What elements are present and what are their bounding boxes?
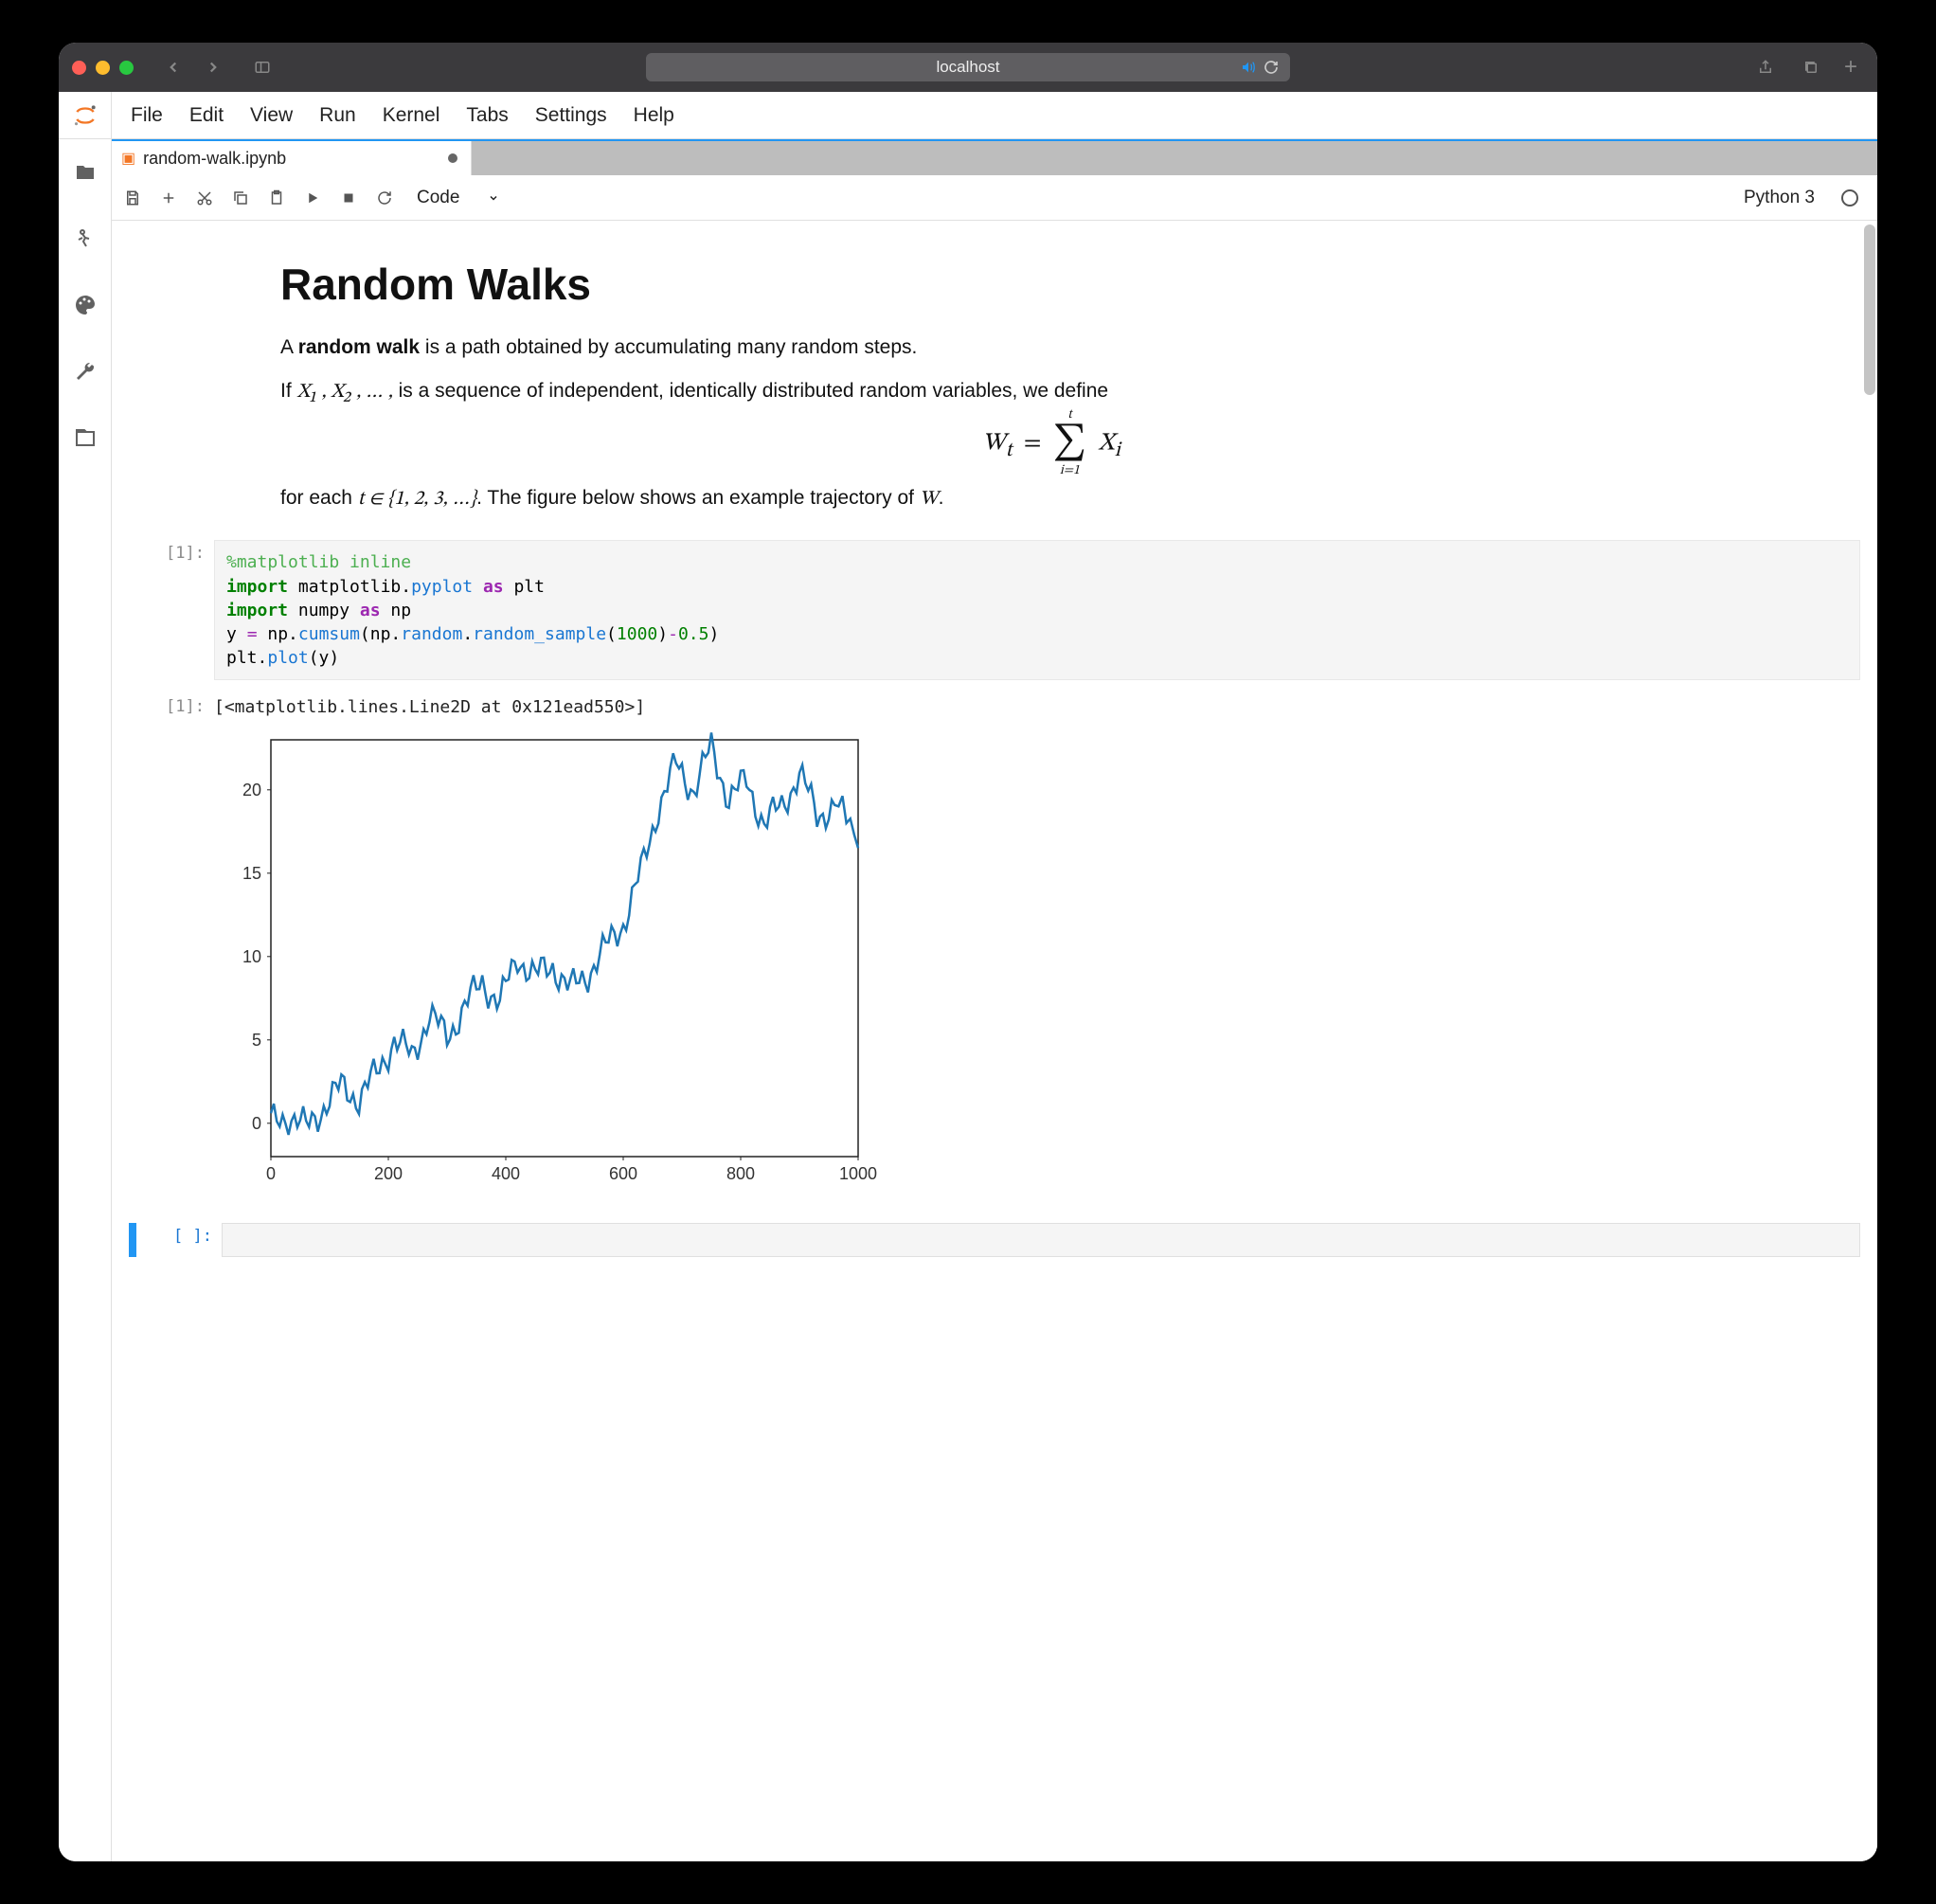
notebook: Random Walks A random walk is a path obt… bbox=[112, 221, 1877, 1861]
formula: Wt = t ∑ i=1 Xi bbox=[280, 425, 1822, 464]
palette-icon[interactable] bbox=[73, 293, 98, 317]
svg-text:400: 400 bbox=[492, 1164, 520, 1183]
kernel-indicator[interactable] bbox=[1841, 189, 1858, 207]
tabs-button[interactable] bbox=[1792, 53, 1830, 81]
toolbar: Code Python 3 bbox=[112, 175, 1877, 221]
notebook-icon: ▣ bbox=[121, 149, 135, 168]
modified-indicator bbox=[448, 153, 457, 163]
browser-window: localhost + File Edit View Run Kernel Ta… bbox=[59, 43, 1877, 1861]
celltype-label: Code bbox=[417, 188, 459, 208]
output-cell-1: [1]: [<matplotlib.lines.Line2D at 0x121e… bbox=[129, 693, 1860, 1194]
url-text: localhost bbox=[936, 58, 999, 77]
audio-icon bbox=[1241, 60, 1256, 75]
tabs-icon[interactable] bbox=[73, 425, 98, 450]
svg-text:800: 800 bbox=[726, 1164, 755, 1183]
svg-text:15: 15 bbox=[242, 864, 261, 883]
menu-settings[interactable]: Settings bbox=[535, 104, 607, 127]
cut-button[interactable] bbox=[195, 189, 214, 207]
zoom-window[interactable] bbox=[119, 61, 134, 75]
minimize-window[interactable] bbox=[96, 61, 110, 75]
celltype-dropdown[interactable]: Code bbox=[411, 188, 505, 208]
menu-kernel[interactable]: Kernel bbox=[383, 104, 440, 127]
in-prompt-1: [1]: bbox=[129, 540, 214, 680]
output-text: [<matplotlib.lines.Line2D at 0x121ead550… bbox=[214, 693, 1860, 717]
svg-text:200: 200 bbox=[374, 1164, 403, 1183]
kernel-name[interactable]: Python 3 bbox=[1744, 188, 1815, 208]
add-cell-button[interactable] bbox=[159, 189, 178, 207]
menubar: File Edit View Run Kernel Tabs Settings … bbox=[59, 92, 1877, 139]
md-p1: A random walk is a path obtained by accu… bbox=[280, 332, 1822, 363]
address-bar[interactable]: localhost bbox=[646, 53, 1290, 81]
back-button[interactable] bbox=[154, 53, 192, 81]
svg-text:5: 5 bbox=[252, 1031, 261, 1050]
wrench-icon[interactable] bbox=[73, 359, 98, 384]
jupyter-logo[interactable] bbox=[59, 92, 112, 138]
code-cell-1[interactable]: [1]: %matplotlib inline import matplotli… bbox=[129, 540, 1860, 680]
svg-text:10: 10 bbox=[242, 947, 261, 966]
svg-text:600: 600 bbox=[609, 1164, 637, 1183]
copy-button[interactable] bbox=[231, 189, 250, 207]
running-icon[interactable] bbox=[73, 226, 98, 251]
window-controls bbox=[72, 61, 134, 75]
run-button[interactable] bbox=[303, 189, 322, 207]
paste-button[interactable] bbox=[267, 189, 286, 207]
file-browser-icon[interactable] bbox=[73, 160, 98, 185]
tab-filename: random-walk.ipynb bbox=[143, 149, 286, 169]
menu-view[interactable]: View bbox=[250, 104, 293, 127]
restart-button[interactable] bbox=[375, 189, 394, 207]
code-input-1[interactable]: %matplotlib inline import matplotlib.pyp… bbox=[214, 540, 1860, 680]
menu-help[interactable]: Help bbox=[634, 104, 674, 127]
tab-notebook[interactable]: ▣ random-walk.ipynb bbox=[112, 141, 472, 175]
svg-text:20: 20 bbox=[242, 781, 261, 799]
svg-text:0: 0 bbox=[252, 1114, 261, 1133]
main-area: ▣ random-walk.ipynb Code Py bbox=[112, 139, 1877, 1861]
new-tab-button[interactable]: + bbox=[1837, 54, 1864, 81]
plot-output: 0 5 10 15 20 0 200 400 600 800 1000 bbox=[214, 730, 1860, 1194]
svg-text:0: 0 bbox=[266, 1164, 276, 1183]
menu-tabs[interactable]: Tabs bbox=[466, 104, 508, 127]
tabstrip: ▣ random-walk.ipynb bbox=[112, 139, 1877, 175]
svg-text:1000: 1000 bbox=[839, 1164, 877, 1183]
close-window[interactable] bbox=[72, 61, 86, 75]
scrollbar-thumb[interactable] bbox=[1864, 225, 1875, 395]
stop-button[interactable] bbox=[339, 189, 358, 207]
out-prompt-1: [1]: bbox=[129, 693, 214, 1194]
menu-edit[interactable]: Edit bbox=[189, 104, 224, 127]
chevron-down-icon bbox=[488, 192, 499, 204]
empty-code-cell[interactable]: [ ]: bbox=[129, 1223, 1860, 1257]
reload-icon[interactable] bbox=[1264, 60, 1279, 75]
titlebar: localhost + bbox=[59, 43, 1877, 92]
empty-code-input[interactable] bbox=[222, 1223, 1860, 1257]
menu-file[interactable]: File bbox=[131, 104, 163, 127]
save-button[interactable] bbox=[123, 189, 142, 207]
activity-sidebar bbox=[59, 139, 112, 1861]
markdown-cell[interactable]: Random Walks A random walk is a path obt… bbox=[129, 259, 1860, 527]
notebook-title: Random Walks bbox=[280, 259, 1822, 310]
share-button[interactable] bbox=[1747, 53, 1784, 81]
forward-button[interactable] bbox=[194, 53, 232, 81]
empty-prompt: [ ]: bbox=[136, 1223, 222, 1257]
md-p2: If X₁ , X₂ , … , is a sequence of indepe… bbox=[280, 376, 1822, 407]
md-p3: for each t ∈ {1, 2, 3, …}. The figure be… bbox=[280, 483, 1822, 514]
menu-run[interactable]: Run bbox=[319, 104, 356, 127]
sidebar-toggle[interactable] bbox=[243, 53, 281, 81]
